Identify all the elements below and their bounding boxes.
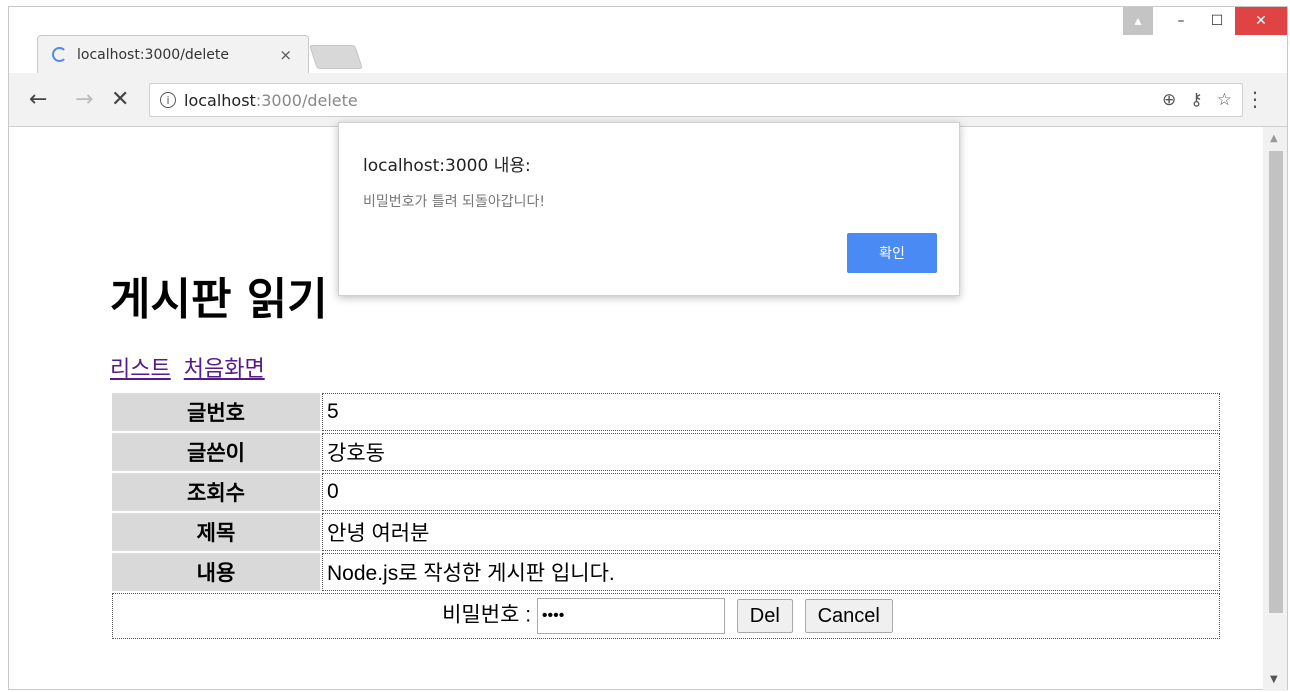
dialog-title: localhost:3000 내용: — [363, 156, 531, 176]
browser-toolbar: ← → ✕ i localhost:3000/delete ⊕ ⚷ ☆ ⋮ — [9, 73, 1287, 127]
delete-button[interactable]: Del — [736, 599, 793, 633]
url-path: :3000/delete — [255, 90, 358, 110]
minimize-button[interactable]: – — [1163, 7, 1199, 35]
row-value: 0 — [322, 473, 1220, 511]
dialog-message: 비밀번호가 틀려 되돌아갑니다! — [363, 194, 545, 210]
window-controls: ▴ – ☐ ✕ — [1123, 7, 1287, 35]
password-label: 비밀번호 : — [442, 603, 532, 627]
tab-close-icon[interactable]: × — [279, 46, 292, 64]
vertical-scrollbar[interactable]: ▲ ▼ — [1263, 127, 1287, 691]
user-profile-icon[interactable]: ▴ — [1123, 7, 1153, 35]
stop-loading-button[interactable]: ✕ — [111, 87, 129, 112]
post-table: 글번호 5 글쓴이 강호동 조회수 0 제목 안녕 여러분 내용 Node.js… — [110, 391, 1222, 641]
row-value: 강호동 — [322, 433, 1220, 471]
table-row: 내용 Node.js로 작성한 게시판 입니다. — [112, 553, 1220, 591]
close-window-button[interactable]: ✕ — [1235, 7, 1287, 35]
page-title: 게시판 읽기 — [110, 274, 328, 325]
table-row: 글번호 5 — [112, 393, 1220, 431]
new-tab-button[interactable] — [309, 45, 363, 69]
table-row: 조회수 0 — [112, 473, 1220, 511]
alert-dialog: localhost:3000 내용: 비밀번호가 틀려 되돌아갑니다! 확인 — [338, 122, 960, 296]
scrollbar-thumb[interactable] — [1269, 151, 1283, 613]
row-value: Node.js로 작성한 게시판 입니다. — [322, 553, 1220, 591]
password-row: 비밀번호 : Del Cancel — [112, 593, 1220, 639]
tab-title: localhost:3000/delete — [77, 46, 230, 63]
table-row: 제목 안녕 여러분 — [112, 513, 1220, 551]
key-icon[interactable]: ⚷ — [1190, 90, 1202, 110]
row-label: 글번호 — [112, 393, 320, 431]
bookmark-star-icon[interactable]: ☆ — [1217, 90, 1232, 110]
cancel-button[interactable]: Cancel — [804, 599, 893, 633]
loading-spinner-icon — [52, 47, 67, 62]
omnibox-icons: ⊕ ⚷ ☆ — [1162, 90, 1232, 110]
list-link[interactable]: 리스트 — [110, 357, 171, 382]
zoom-icon[interactable]: ⊕ — [1162, 90, 1176, 110]
url-host: localhost — [184, 90, 256, 110]
table-row: 글쓴이 강호동 — [112, 433, 1220, 471]
address-bar[interactable]: i localhost:3000/delete ⊕ ⚷ ☆ — [149, 83, 1243, 117]
row-value: 5 — [322, 393, 1220, 431]
browser-tab[interactable]: localhost:3000/delete × — [37, 35, 309, 73]
browser-menu-icon[interactable]: ⋮ — [1245, 87, 1265, 111]
back-button[interactable]: ← — [29, 87, 47, 112]
page-links: 리스트 처음화면 — [110, 351, 271, 383]
site-info-icon[interactable]: i — [160, 92, 176, 108]
row-label: 제목 — [112, 513, 320, 551]
home-link[interactable]: 처음화면 — [184, 357, 265, 382]
forward-button[interactable]: → — [75, 87, 93, 112]
maximize-button[interactable]: ☐ — [1199, 7, 1235, 35]
scroll-up-icon[interactable]: ▲ — [1270, 133, 1278, 144]
row-label: 조회수 — [112, 473, 320, 511]
scroll-down-icon[interactable]: ▼ — [1270, 674, 1278, 685]
title-bar: localhost:3000/delete × ▴ – ☐ ✕ — [9, 7, 1287, 73]
row-value: 안녕 여러분 — [322, 513, 1220, 551]
row-label: 글쓴이 — [112, 433, 320, 471]
ok-button[interactable]: 확인 — [847, 233, 937, 273]
password-input[interactable] — [536, 598, 725, 634]
password-cell: 비밀번호 : Del Cancel — [112, 593, 1220, 639]
row-label: 내용 — [112, 553, 320, 591]
